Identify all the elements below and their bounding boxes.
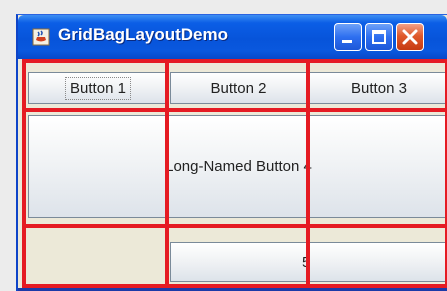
java-cup-icon <box>32 28 50 46</box>
maximize-icon <box>372 30 386 44</box>
button-2[interactable]: Button 2 <box>170 72 307 104</box>
maximize-button[interactable] <box>365 23 393 51</box>
close-button[interactable] <box>396 23 424 51</box>
minimize-button[interactable] <box>334 23 362 51</box>
button-3-label: Button 3 <box>351 79 407 97</box>
title-bar[interactable]: GridBagLayoutDemo <box>18 15 447 59</box>
button-1-label: Button 1 <box>65 76 131 100</box>
button-3[interactable]: Button 3 <box>309 72 447 104</box>
button-4[interactable]: Long-Named Button 4 <box>28 115 447 218</box>
app-window: GridBagLayoutDemo Button 1 Button 2 Butt… <box>16 14 447 291</box>
button-4-label: Long-Named Button 4 <box>165 158 312 175</box>
window-title: GridBagLayoutDemo <box>58 25 229 44</box>
minimize-icon <box>342 40 352 43</box>
grid-row-line <box>22 108 447 112</box>
button-1[interactable]: Button 1 <box>28 72 168 104</box>
close-icon <box>402 29 418 45</box>
grid-row-line <box>22 224 447 228</box>
button-2-label: Button 2 <box>210 79 267 97</box>
button-5[interactable]: 5 <box>170 242 447 282</box>
button-5-label: 5 <box>302 253 311 271</box>
